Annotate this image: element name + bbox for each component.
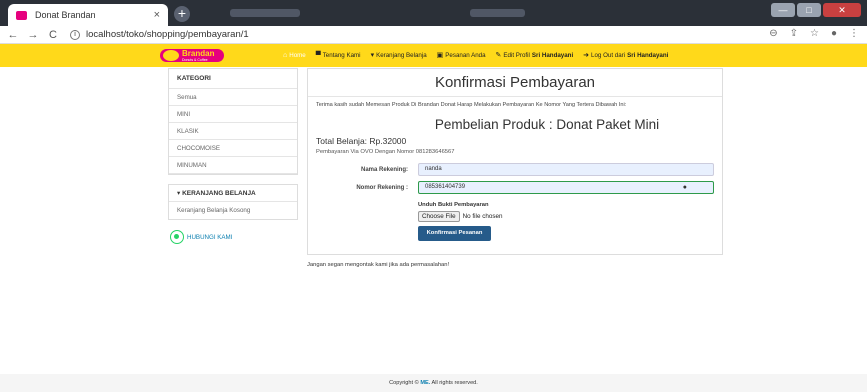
site-navbar: Brandan Donuts & Coffee ⌂ Home ▀ Tentang Ka… <box>0 44 867 67</box>
nav-item-pesanan-anda[interactable]: ▣ Pesanan Anda <box>436 51 486 60</box>
share-icon[interactable]: ⇪ <box>790 28 798 39</box>
cart-empty-text: Keranjang Belanja Kosong <box>177 207 251 214</box>
kategori-item-klasik[interactable]: KLASIK <box>169 123 297 140</box>
hubungi-kami-link[interactable]: HUBUNGI KAMI <box>170 230 232 244</box>
close-window-button[interactable]: ✕ <box>823 3 861 17</box>
brand-tagline: Donuts & Coffee <box>182 58 208 62</box>
forward-icon[interactable]: → <box>26 29 40 41</box>
logo-mark-icon <box>163 50 179 61</box>
reload-icon[interactable]: C <box>46 29 60 41</box>
nav-item-tentang-kami[interactable]: ▀ Tentang Kami <box>316 51 361 59</box>
menu-icon[interactable]: ⋮ <box>849 28 859 39</box>
profile-icon[interactable]: ● <box>831 28 837 39</box>
copyright-brand[interactable]: ME. <box>420 380 430 386</box>
nav-item-log-out-dari[interactable]: ➜ Log Out dari Sri Handayani <box>583 51 669 60</box>
cart-heading-text: KERANJANG BELANJA <box>182 190 256 197</box>
browser-tab[interactable]: Donat Brandan × <box>8 4 168 26</box>
address-bar: ← → C i localhost/toko/shopping/pembayar… <box>0 26 867 44</box>
payment-method-text: Pembayaran Via OVO Dengan Nomor 08128364… <box>316 149 455 155</box>
zoom-icon[interactable]: ⊖ <box>769 28 777 39</box>
autofill-icon: ● <box>682 184 687 191</box>
divider <box>308 96 722 97</box>
contact-note: Jangan segan mengontak kami jika ada per… <box>307 262 450 268</box>
total-belanja: Total Belanja: Rp.32000 <box>316 136 407 146</box>
bookmark-star-icon[interactable]: ☆ <box>810 28 819 39</box>
file-status: No file chosen <box>462 213 503 220</box>
kategori-item-mini[interactable]: MINI <box>169 106 297 123</box>
building-icon: ▀ <box>315 51 321 59</box>
konfirmasi-pesanan-button[interactable]: Konfirmasi Pesanan <box>418 226 491 241</box>
home-icon: ⌂ <box>283 51 288 59</box>
hubungi-kami-text: HUBUNGI KAMI <box>187 233 233 241</box>
url-text: localhost/toko/shopping/pembayaran/1 <box>86 29 249 40</box>
nav-item-label: Log Out dari <box>591 51 626 59</box>
tab-close-icon[interactable]: × <box>154 9 160 21</box>
nav-item-label: Tentang Kami <box>322 51 361 59</box>
kategori-item-minuman[interactable]: MINUMAN <box>169 157 297 174</box>
nav-menu: ⌂ Home ▀ Tentang Kami ▾ Keranjang Belanja ▣ Pes… <box>283 51 678 60</box>
inbox-icon: ▣ <box>436 52 444 59</box>
cart-icon: ▾ <box>370 52 375 59</box>
site-info-icon[interactable]: i <box>70 29 80 40</box>
kategori-heading: KATEGORI <box>169 69 297 89</box>
kategori-item-semua[interactable]: Semua <box>169 89 297 106</box>
blurred-tab <box>230 9 300 17</box>
brand-logo[interactable]: Brandan Donuts & Coffee <box>160 49 224 62</box>
maximize-button[interactable]: □ <box>797 3 821 17</box>
nav-user-name: Sri Handayani <box>531 51 574 59</box>
whatsapp-icon <box>170 230 184 244</box>
edit-icon: ✎ <box>495 52 502 59</box>
sidebar: KATEGORI Semua MINI KLASIK CHOCOMOISE MI… <box>168 68 298 244</box>
minimize-button[interactable]: — <box>771 3 795 17</box>
nav-item-label: Keranjang Belanja <box>376 51 427 59</box>
nama-rekening-label: Nama Rekening: <box>360 167 408 173</box>
nomor-rekening-label: Nomor Rekening : <box>356 185 408 191</box>
window-controls: — □ ✕ <box>771 3 861 17</box>
favicon-icon <box>16 10 27 20</box>
new-tab-button[interactable]: + <box>174 6 190 22</box>
nomor-rekening-input[interactable]: 085361404739 ● <box>418 181 714 194</box>
copyright-suffix: All rights reserved. <box>431 380 478 386</box>
product-title: Pembelian Produk : Donat Paket Mini <box>434 117 660 132</box>
kategori-panel: KATEGORI Semua MINI KLASIK CHOCOMOISE MI… <box>168 68 298 175</box>
logout-icon: ➜ <box>583 52 590 59</box>
nav-item-label: Home <box>289 51 306 59</box>
nav-item-keranjang-belanja[interactable]: ▾ Keranjang Belanja <box>370 51 427 60</box>
nav-item-home[interactable]: ⌂ Home <box>283 51 306 59</box>
copyright-prefix: Copyright © <box>389 380 419 386</box>
nav-user-name: Sri Handayani <box>627 51 669 59</box>
page-title: Konfirmasi Pembayaran <box>434 74 596 91</box>
footer-copyright: Copyright © ME. All rights reserved. <box>0 374 867 392</box>
payment-panel: Konfirmasi Pembayaran Terima kasih sudah… <box>307 68 723 255</box>
brand-name: Brandan <box>182 49 215 58</box>
nomor-rekening-value: 085361404739 <box>425 184 466 190</box>
back-icon[interactable]: ← <box>6 29 20 41</box>
file-upload: Choose File No file chosen <box>418 211 503 222</box>
nav-item-label: Edit Profil <box>503 51 530 59</box>
browser-tab-strip: Donat Brandan × + ⌄ — □ ✕ <box>0 0 867 26</box>
nav-item-edit-profil[interactable]: ✎ Edit Profil Sri Handayani <box>495 51 574 60</box>
kategori-item-chocomoise[interactable]: CHOCOMOISE <box>169 140 297 157</box>
nav-item-label: Pesanan Anda <box>445 51 486 59</box>
tab-title: Donat Brandan <box>35 10 96 20</box>
unduh-bukti-label: Unduh Bukti Pembayaran <box>418 202 489 208</box>
choose-file-button[interactable]: Choose File <box>418 211 460 222</box>
cart-heading: ▾ KERANJANG BELANJA <box>169 185 297 202</box>
thanks-message: Terima kasih sudah Memesan Produk Di Bra… <box>316 102 627 108</box>
url-field[interactable]: i localhost/toko/shopping/pembayaran/1 <box>70 29 249 40</box>
blurred-tab <box>470 9 525 17</box>
cart-panel: ▾ KERANJANG BELANJA Keranjang Belanja Ko… <box>168 184 298 220</box>
nama-rekening-input[interactable]: nanda <box>418 163 714 176</box>
